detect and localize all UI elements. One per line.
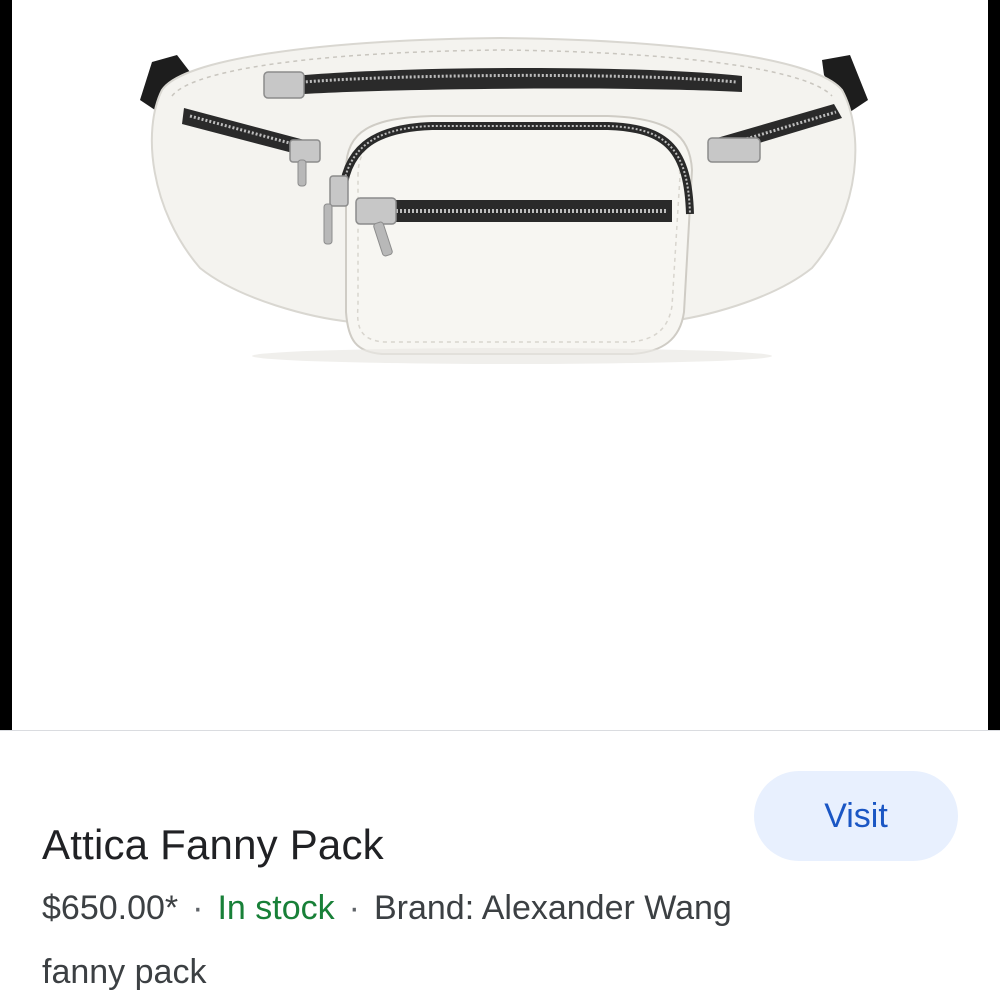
meta-separator: · <box>348 889 360 927</box>
product-info-card: Attica Fanny Pack Visit $650.00* · In stoc… <box>0 730 1000 1000</box>
product-meta-line: $650.00* · In stock · Brand: Alexander Wang <box>42 889 732 928</box>
product-image-area[interactable] <box>12 0 988 730</box>
visit-button[interactable]: Visit <box>754 771 958 861</box>
product-price: $650.00* <box>42 889 179 927</box>
product-category: fanny pack <box>42 953 207 991</box>
top-zipper-pull <box>263 71 305 99</box>
product-viewer-screen: Attica Fanny Pack Visit $650.00* · In stoc… <box>0 0 1000 1000</box>
product-brand: Brand: Alexander Wang <box>373 889 732 927</box>
meta-separator: · <box>192 889 204 927</box>
product-title: Attica Fanny Pack <box>42 821 384 868</box>
product-image[interactable] <box>12 0 988 380</box>
front-pocket <box>345 115 694 355</box>
availability-status: In stock <box>217 889 335 927</box>
